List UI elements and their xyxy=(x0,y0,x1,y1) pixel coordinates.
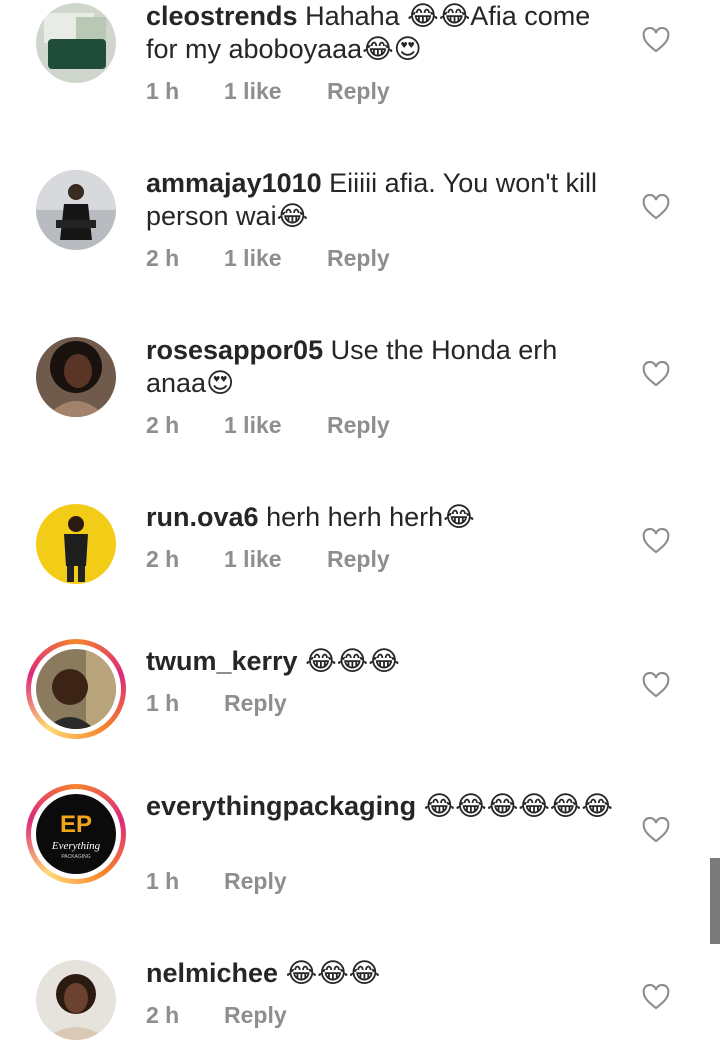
heart-icon[interactable] xyxy=(642,194,670,220)
heart-icon[interactable] xyxy=(642,27,670,53)
comment-likes[interactable]: 1 like xyxy=(224,245,327,272)
comment-username[interactable]: ammajay1010 xyxy=(146,168,322,198)
reply-button[interactable]: Reply xyxy=(327,245,390,272)
comment-text: ammajay1010 Eiiiii afia. You won't kill … xyxy=(146,167,616,233)
comment-username[interactable]: rosesappor05 xyxy=(146,335,323,365)
comment-username[interactable]: everythingpackaging xyxy=(146,791,416,821)
comment-meta: 2 h 1 like Reply xyxy=(146,412,390,439)
comment-likes[interactable]: 1 like xyxy=(224,546,327,573)
comment-time: 2 h xyxy=(146,412,180,438)
comment-time: 1 h xyxy=(146,78,180,104)
reply-button[interactable]: Reply xyxy=(327,78,390,105)
comment-meta: 1 h 1 like Reply xyxy=(146,78,390,105)
comment-text: cleostrends Hahaha 😂😂Afia come for my ab… xyxy=(146,0,616,66)
comment-likes[interactable]: 1 like xyxy=(224,412,327,439)
avatar[interactable] xyxy=(36,337,116,417)
reply-button[interactable]: Reply xyxy=(224,690,287,717)
comment-time: 2 h xyxy=(146,1002,180,1028)
reply-button[interactable]: Reply xyxy=(327,546,390,573)
comment-text: run.ova6 herh herh herh😂 xyxy=(146,501,616,534)
avatar-story-ring[interactable] xyxy=(26,639,126,739)
logo-mark: EP xyxy=(60,811,92,838)
avatar[interactable] xyxy=(36,3,116,83)
logo-sub: PACKAGING xyxy=(61,854,90,860)
comment-text: nelmichee 😂😂😂 xyxy=(146,957,616,990)
comment-body: herh herh herh😂 xyxy=(266,502,475,532)
scrollbar-thumb[interactable] xyxy=(710,858,720,944)
heart-icon[interactable] xyxy=(642,817,670,843)
logo-script: Everything xyxy=(51,840,101,852)
comment-time: 1 h xyxy=(146,868,180,894)
comment-username[interactable]: run.ova6 xyxy=(146,502,259,532)
comment-text: everythingpackaging 😂😂😂😂😂😂 xyxy=(146,790,616,823)
comment-username[interactable]: twum_kerry xyxy=(146,646,298,676)
comment-meta: 2 h 1 like Reply xyxy=(146,245,390,272)
comment-time: 2 h xyxy=(146,546,180,572)
comment-body: 😂😂😂 xyxy=(285,958,381,988)
comment-meta: 2 h 1 like Reply xyxy=(146,546,390,573)
heart-icon[interactable] xyxy=(642,984,670,1010)
comment-meta: 1 h Reply xyxy=(146,868,287,895)
reply-button[interactable]: Reply xyxy=(327,412,390,439)
avatar: EP Everything PACKAGING xyxy=(36,794,116,874)
avatar-ring xyxy=(31,644,121,734)
comment-likes[interactable]: 1 like xyxy=(224,78,327,105)
comment-body: 😂😂😂😂😂😂 xyxy=(423,791,613,821)
heart-icon[interactable] xyxy=(642,672,670,698)
comment-text: rosesappor05 Use the Honda erh anaa😍 xyxy=(146,334,616,400)
comment-username[interactable]: nelmichee xyxy=(146,958,278,988)
comment-meta: 2 h Reply xyxy=(146,1002,287,1029)
comments-feed: cleostrends Hahaha 😂😂Afia come for my ab… xyxy=(0,0,720,1053)
comment-time: 2 h xyxy=(146,245,180,271)
heart-icon[interactable] xyxy=(642,361,670,387)
avatar xyxy=(36,649,116,729)
comment-text: twum_kerry 😂😂😂 xyxy=(146,645,616,678)
heart-icon[interactable] xyxy=(642,528,670,554)
comment-meta: 1 h Reply xyxy=(146,690,287,717)
comment-username[interactable]: cleostrends xyxy=(146,1,298,31)
reply-button[interactable]: Reply xyxy=(224,1002,287,1029)
avatar-story-ring[interactable]: EP Everything PACKAGING xyxy=(26,784,126,884)
comment-body: 😂😂😂 xyxy=(305,646,400,676)
avatar[interactable] xyxy=(36,170,116,250)
avatar[interactable] xyxy=(36,960,116,1040)
reply-button[interactable]: Reply xyxy=(224,868,287,895)
comment-time: 1 h xyxy=(146,690,180,716)
avatar[interactable] xyxy=(36,504,116,584)
avatar-ring: EP Everything PACKAGING xyxy=(31,789,121,879)
